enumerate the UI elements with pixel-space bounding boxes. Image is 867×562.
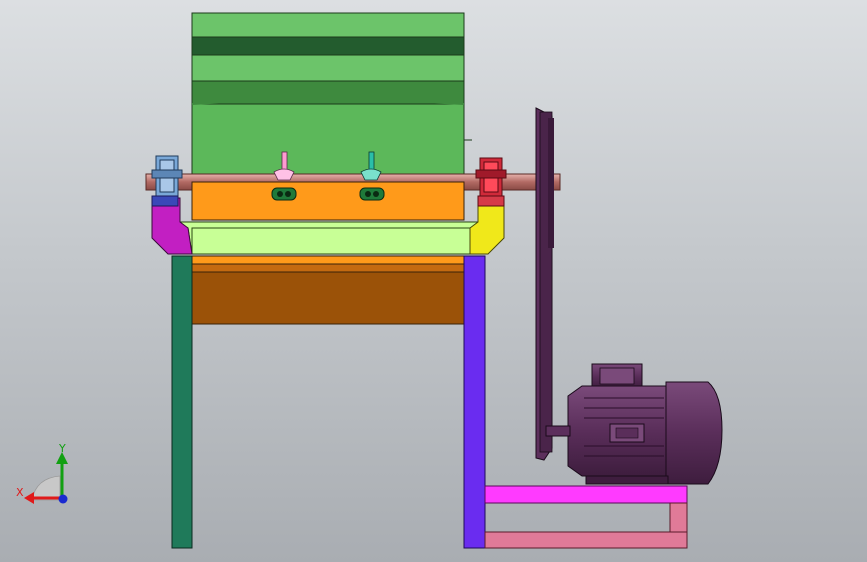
support-frame[interactable] [171,221,491,255]
crusher-drum[interactable] [191,99,472,183]
bracket-right[interactable] [469,195,505,255]
leg-left[interactable] [171,255,193,549]
model-canvas[interactable]: Y X [0,0,867,562]
electric-motor[interactable] [545,363,723,485]
x-axis-label: X [16,486,24,499]
y-axis-label: Y [58,442,66,455]
drive-belt-pulley[interactable] [535,107,554,461]
motor-base[interactable] [484,485,688,549]
discharge-hopper[interactable] [191,255,465,325]
drum-clamp-band[interactable] [191,181,465,221]
cad-viewport[interactable]: Y X [0,0,867,562]
leg-right[interactable] [463,255,486,549]
feed-hopper[interactable] [191,12,465,105]
bearing-left[interactable] [151,155,183,197]
axis-triad-icon: Y X [16,442,68,504]
bearing-right[interactable] [475,157,507,197]
